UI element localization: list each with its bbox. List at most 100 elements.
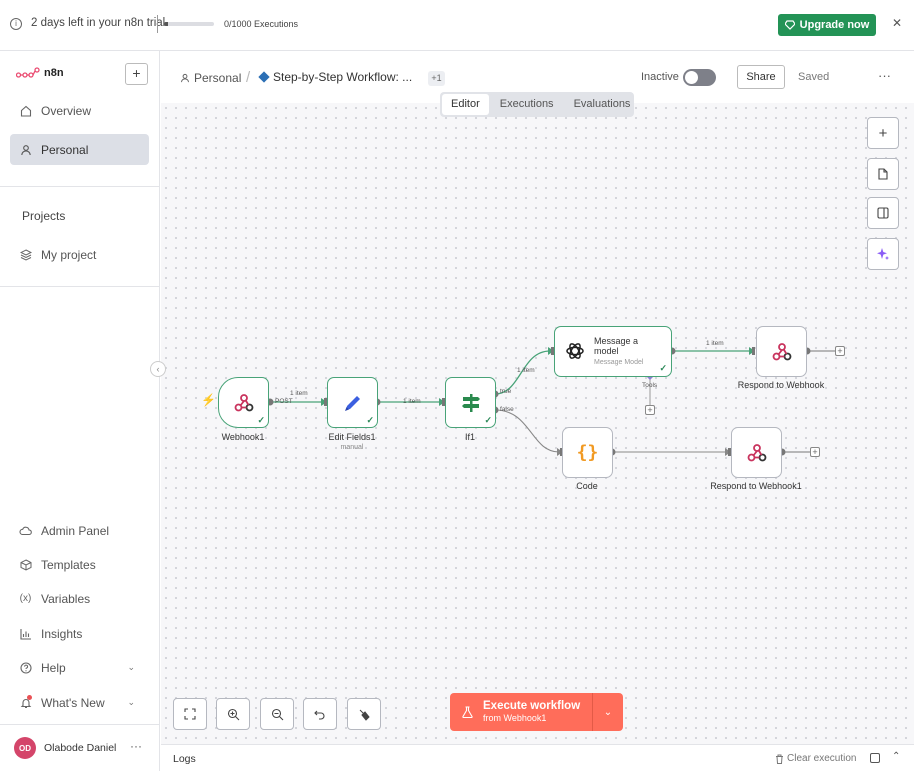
node-respond-to-webhook[interactable] — [756, 326, 807, 377]
sidebar-divider — [0, 724, 159, 725]
projects-title: Projects — [22, 209, 66, 223]
chevron-down-icon: ⌄ — [127, 662, 135, 672]
add-node-tool[interactable]: + — [867, 117, 899, 149]
trigger-bolt-icon: ⚡ — [201, 393, 216, 407]
tab-evaluations[interactable]: Evaluations — [565, 94, 640, 115]
upgrade-button[interactable]: Upgrade now — [778, 14, 876, 36]
node-title: Message a model — [594, 336, 639, 356]
tab-editor[interactable]: Editor — [442, 94, 489, 115]
notification-dot — [27, 695, 32, 700]
workflow-name[interactable]: Step-by-Step Workflow: ... — [258, 70, 412, 84]
clear-execution-label: Clear execution — [787, 753, 857, 764]
trial-banner: i 2 days left in your n8n trial 0/1000 E… — [0, 0, 914, 51]
sparkle-icon — [877, 248, 889, 260]
ai-assistant-tool[interactable] — [867, 238, 899, 270]
connections — [266, 347, 835, 456]
sidebar-item-label: Personal — [41, 142, 89, 157]
cloud-icon — [19, 524, 32, 537]
logs-bar[interactable]: Logs Clear execution ⌃ — [161, 744, 914, 771]
toggle-panel-tool[interactable] — [867, 197, 899, 229]
fit-view-button[interactable] — [173, 698, 207, 730]
zoom-in-icon — [227, 708, 239, 720]
node-webhook1[interactable]: ✓ — [218, 377, 269, 428]
openai-icon — [566, 343, 584, 359]
edge-label: POST — [275, 398, 293, 405]
plus-icon: + — [878, 124, 888, 142]
sidebar-item-label: Help — [41, 660, 66, 675]
saved-status: Saved — [798, 71, 830, 83]
node-code[interactable]: {} — [562, 427, 613, 478]
breadcrumb-label: Personal — [194, 71, 242, 85]
clear-execution-button[interactable]: Clear execution — [775, 753, 856, 764]
sidebar-item-admin-panel[interactable]: Admin Panel — [10, 515, 149, 546]
logs-title: Logs — [173, 753, 196, 765]
logo[interactable]: n8n — [16, 67, 64, 79]
sidebar-item-my-project[interactable]: My project — [10, 239, 149, 270]
zoom-out-button[interactable] — [260, 698, 294, 730]
edge-label-true: true — [500, 388, 512, 395]
success-check-icon: ✓ — [659, 363, 667, 373]
add-node-button[interactable]: + — [810, 447, 820, 457]
fit-view-icon — [184, 708, 196, 720]
edge-label: 1 item — [706, 340, 724, 347]
active-state-label: Inactive — [641, 71, 679, 83]
node-label: Webhook1 — [221, 432, 265, 442]
user-menu[interactable]: OD Olabode Daniel — [14, 737, 116, 759]
sidebar-item-templates[interactable]: Templates — [10, 549, 149, 580]
node-message-a-model[interactable]: Message a model Message Model ✓ — [554, 326, 672, 377]
workflow-canvas[interactable]: ⚡ ✓ Webhook1 POST 1 item ✓ Edit Fields1 … — [161, 103, 914, 744]
success-check-icon: ✓ — [484, 415, 492, 425]
add-button[interactable]: + — [125, 63, 148, 85]
panel-icon — [877, 207, 889, 219]
sticky-note-tool[interactable] — [867, 158, 899, 190]
more-icon[interactable]: ··· — [130, 739, 142, 753]
note-icon — [878, 168, 888, 180]
sidebar-item-label: What's New — [41, 695, 105, 710]
chevron-down-icon[interactable]: ⌄ — [593, 693, 623, 731]
executions-progress — [164, 22, 214, 26]
tools-label: Tools — [642, 382, 658, 389]
help-icon — [19, 661, 32, 674]
info-icon: i — [10, 18, 22, 30]
node-respond-to-webhook1[interactable] — [731, 427, 782, 478]
tab-executions[interactable]: Executions — [491, 94, 563, 115]
workflow-icon — [258, 71, 270, 83]
execute-label: Execute workflow — [483, 700, 581, 712]
tags-count-badge[interactable]: +1 — [428, 71, 445, 86]
sidebar-item-help[interactable]: Help ⌄ — [10, 652, 149, 683]
node-label: If1 — [464, 432, 475, 442]
chevron-up-icon[interactable]: ⌃ — [892, 751, 900, 762]
zoom-in-button[interactable] — [216, 698, 250, 730]
share-button[interactable]: Share — [737, 65, 785, 89]
if-signpost-icon — [461, 393, 480, 412]
pop-out-icon[interactable] — [870, 753, 880, 763]
breadcrumb[interactable]: Personal — [180, 71, 241, 85]
sidebar-item-insights[interactable]: Insights — [10, 618, 149, 649]
node-edit-fields1[interactable]: ✓ — [327, 377, 378, 428]
node-label: Edit Fields1 — [328, 432, 376, 442]
node-label: Respond to Webhook — [737, 380, 825, 390]
webhook-icon — [772, 342, 791, 360]
active-toggle[interactable] — [683, 69, 716, 86]
edge-label: 1 item — [290, 390, 308, 397]
add-tool-button[interactable]: + — [645, 405, 655, 415]
close-icon[interactable]: ✕ — [892, 16, 902, 30]
node-if1[interactable]: ✓ — [445, 377, 496, 428]
webhook-icon — [747, 443, 766, 461]
variables-icon: (x) — [19, 593, 32, 604]
sidebar-item-whats-new[interactable]: What's New ⌄ — [10, 687, 149, 718]
node-label: Respond to Webhook1 — [710, 481, 802, 491]
sidebar-item-overview[interactable]: Overview — [10, 95, 149, 126]
trash-icon — [776, 754, 783, 764]
more-options-icon[interactable]: ··· — [878, 68, 891, 83]
undo-button[interactable] — [303, 698, 337, 730]
execute-workflow-button[interactable]: Execute workflow from Webhook1 ⌄ — [450, 693, 623, 731]
sidebar-item-personal[interactable]: Personal — [10, 134, 149, 165]
tidy-up-button[interactable] — [347, 698, 381, 730]
user-icon — [181, 73, 189, 83]
add-node-button[interactable]: + — [835, 346, 845, 356]
n8n-logo-icon — [16, 67, 40, 78]
execute-sublabel: from Webhook1 — [483, 713, 547, 723]
collapse-sidebar-button[interactable]: ‹ — [150, 361, 166, 377]
sidebar-item-variables[interactable]: (x) Variables — [10, 583, 149, 614]
